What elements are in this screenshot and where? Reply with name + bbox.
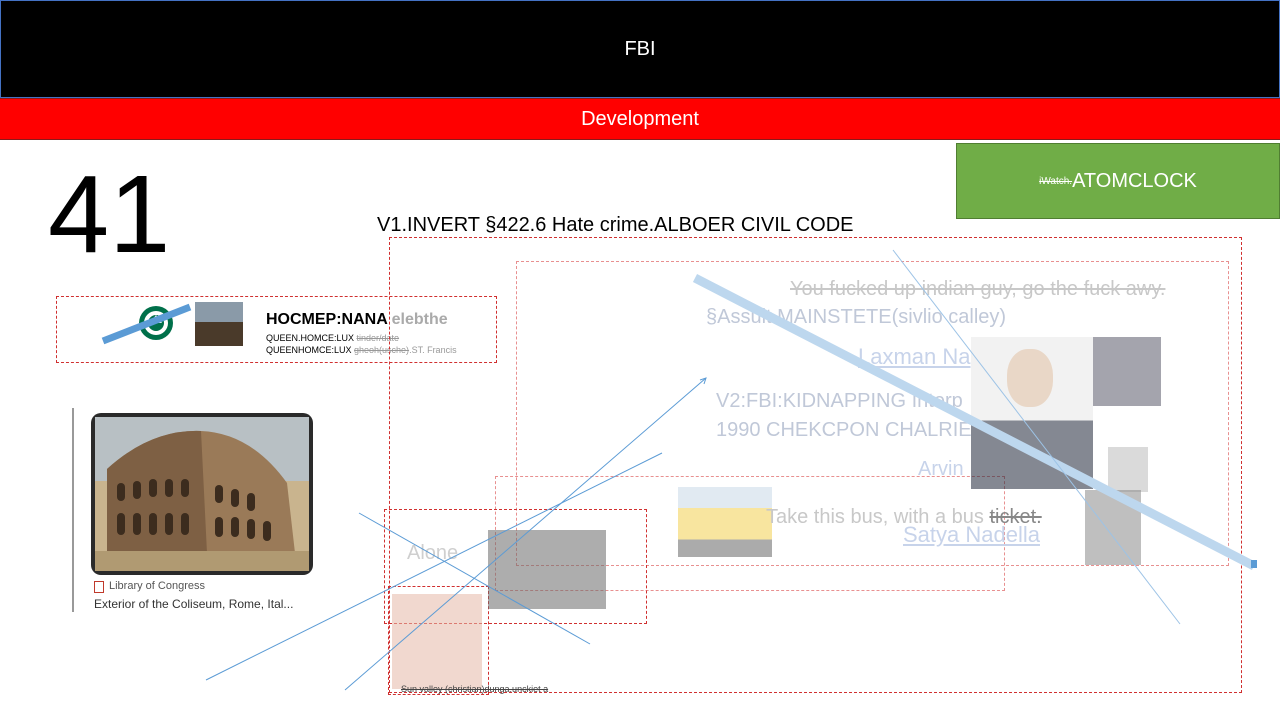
man-photo [488,530,606,609]
woman-photo [392,594,482,689]
header-bar: FBI [0,0,1280,98]
image-caption[interactable]: Exterior of the Coliseum, Rome, Ital... [94,597,293,611]
overlay-text-abuse: You fucked up indian guy, go the fuck aw… [790,278,1166,300]
subheader-title: Development [581,107,699,130]
overlay-text-v2: V2:FBI:KIDNAPPING Interp [716,390,963,412]
portrait-photo-large [971,337,1093,489]
storefront-image [195,302,243,346]
header-title: FBI [624,37,656,60]
slide-number: 41 [48,153,171,276]
slide-title: V1.INVERT §422.6 Hate crime.ALBOER CIVIL… [377,214,854,236]
image-source: Library of Congress [109,580,205,592]
overlay-text-assult: §Assult MAINSTETE(sivlio calley) [706,306,1007,328]
card-line-1: QUEEN.HOMCE:LUX tinder/date [266,333,400,343]
starbucks-logo-icon [139,306,173,340]
coliseum-image[interactable] [91,413,313,575]
portrait-photo-grey [1085,490,1141,565]
badge-label: ATOMCLOCK [1072,169,1197,192]
portrait-photo-small [1093,337,1161,406]
card-divider [72,408,74,612]
atomclock-badge[interactable]: iWatch. ATOMCLOCK [956,143,1280,219]
overlay-link-laxman[interactable]: Laxman Na [858,344,971,370]
overlay-link-satya[interactable]: Satya Nadella [903,522,1040,548]
overlay-link-arvin[interactable]: Arvin [918,458,964,481]
portrait-photo-old-man [1108,447,1148,492]
overlay-text-checkpoint: 1990 CHEKCPON CHALRIE [716,419,972,441]
bus-photo [678,487,772,557]
overlay-small-caption: Sun valley (christian)dunga.unckiet a [401,684,549,694]
library-of-congress-icon [94,581,104,593]
overlay-text-alone: Alone [407,542,459,564]
subheader-bar: Development [0,98,1280,140]
badge-small-text: iWatch. [1039,175,1073,187]
